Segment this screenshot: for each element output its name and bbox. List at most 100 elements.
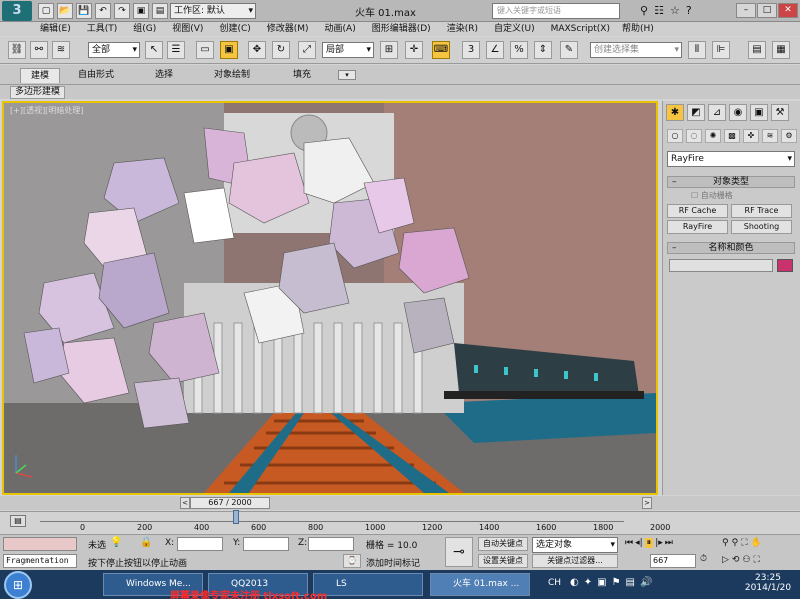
auto-grid-checkbox[interactable]: ☐ 自动栅格 [691,190,733,201]
tab-object-paint[interactable]: 对象绘制 [204,68,260,83]
pause-icon[interactable]: ⏸ [644,538,654,548]
fragmentation-field[interactable]: Fragmentation [3,554,77,568]
menu-item-7[interactable]: 图形编辑器(D) [372,23,431,35]
communication-icon[interactable]: ☷ [654,4,664,17]
move-icon[interactable]: ✥ [248,41,266,59]
menu-item-1[interactable]: 工具(T) [87,23,118,35]
next-key-icon[interactable]: |▸ [655,538,663,548]
maxscript-listener[interactable] [3,537,77,551]
key-icon[interactable]: ⊸ [445,537,473,567]
new-file-icon[interactable]: ▢ [38,3,54,19]
percent-snap-icon[interactable]: % [510,41,528,59]
go-to-start-icon[interactable]: ⏮ [625,538,633,548]
polygon-modeling-label[interactable]: 多边形建模 [10,86,66,99]
keyboard-shortcut-override-icon[interactable]: ⌨ [432,41,450,59]
tab-selection[interactable]: 选择 [145,68,183,83]
tray-icon-3[interactable]: ▣ [597,577,606,588]
tab-freeform[interactable]: 自由形式 [68,68,124,83]
rollout-name-color[interactable]: 名称和颜色 [667,242,795,254]
volume-icon[interactable]: 🔊 [640,577,652,588]
geometry-icon[interactable]: ○ [667,129,683,143]
rayfire-button[interactable]: RayFire [667,220,728,234]
selection-filter-dropdown[interactable]: 全部 [88,42,140,58]
create-panel-icon[interactable]: ✱ [666,104,684,121]
pivot-center-icon[interactable]: ⊞ [380,41,398,59]
rf-cache-button[interactable]: RF Cache [667,204,728,218]
pan-icon[interactable]: ✋ [751,538,762,548]
network-icon[interactable]: ▤ [626,577,635,588]
z-coord-field[interactable] [308,537,354,551]
save-file-icon[interactable]: 💾 [76,3,92,19]
auto-key-button[interactable]: 自动关键点 [478,537,528,551]
maximize-viewport-icon[interactable]: ⛶ [754,555,760,565]
menu-item-10[interactable]: MAXScript(X) [551,23,610,35]
add-time-tag-label[interactable]: 添加时间标记 [366,556,420,569]
current-frame-marker[interactable] [233,510,239,524]
viewport-label[interactable]: [+][透视][明暗处理] [10,105,83,116]
shooting-button[interactable]: Shooting [731,220,792,234]
workspace-dropdown[interactable]: 工作区: 默认 [170,3,256,19]
menu-item-3[interactable]: 视图(V) [172,23,203,35]
prev-key-icon[interactable]: ◂| [635,538,643,548]
mirror-icon[interactable]: ⫴ [688,41,706,59]
select-object-icon[interactable]: ↖ [145,41,163,59]
star-icon[interactable]: ☆ [670,4,680,17]
walkthrough-icon[interactable]: ⚇ [742,555,750,565]
language-indicator[interactable]: CH [548,578,561,588]
undo-icon[interactable]: ↶ [95,3,111,19]
menu-item-0[interactable]: 编辑(E) [40,23,71,35]
key-filters-button[interactable]: 关键点过滤器... [532,554,618,568]
tray-icon-4[interactable]: ⚑ [612,577,621,588]
next-frame-arrow-icon[interactable]: > [642,497,652,509]
time-config-icon[interactable]: ⏱ [700,554,707,564]
redo-icon[interactable]: ↷ [114,3,130,19]
category-dropdown[interactable]: RayFire [667,151,795,167]
open-file-icon[interactable]: 📂 [57,3,73,19]
key-mode-dropdown[interactable]: 选定对象 [532,537,618,553]
tab-modeling[interactable]: 建模 [20,68,61,83]
y-coord-field[interactable] [243,537,289,551]
rollout-object-type[interactable]: 对象类型 [667,176,795,188]
tray-icon-2[interactable]: ✦ [584,577,592,588]
systems-icon[interactable]: ⚙ [781,129,797,143]
spacewarps-icon[interactable]: ≋ [762,129,778,143]
edit-named-selection-icon[interactable]: ✎ [560,41,578,59]
link-icon[interactable]: ⛓ [8,41,26,59]
spinner-snap-icon[interactable]: ⇕ [534,41,552,59]
rf-trace-button[interactable]: RF Trace [731,204,792,218]
named-selection-dropdown[interactable]: 创建选择集 [590,42,682,58]
ribbon-options-icon[interactable]: ▾ [338,70,356,80]
search-input[interactable]: 键入关键字或短语 [492,3,620,19]
unlink-icon[interactable]: ⚯ [30,41,48,59]
cameras-icon[interactable]: ▩ [724,129,740,143]
x-coord-field[interactable] [177,537,223,551]
hierarchy-panel-icon[interactable]: ⊿ [708,104,726,121]
rect-selection-icon[interactable]: ▭ [196,41,214,59]
reference-coord-dropdown[interactable]: 局部 [322,42,374,58]
bind-spacewarp-icon[interactable]: ≋ [52,41,70,59]
prev-frame-arrow-icon[interactable]: < [180,497,190,509]
current-frame-field[interactable]: 667 [650,554,696,568]
shapes-icon[interactable]: ◌ [686,129,702,143]
select-manipulate-icon[interactable]: ✛ [405,41,423,59]
fetch-icon[interactable]: ▤ [152,3,168,19]
lights-icon[interactable]: ✺ [705,129,721,143]
curve-editor-icon[interactable]: ▤ [10,515,26,527]
lock-selection-icon[interactable]: 🔒 [140,537,152,548]
object-color-swatch[interactable] [777,259,793,272]
utilities-panel-icon[interactable]: ⚒ [771,104,789,121]
helpers-icon[interactable]: ✜ [743,129,759,143]
binoculars-icon[interactable]: ⚲ [640,4,648,17]
go-to-end-icon[interactable]: ⏭ [665,538,673,548]
task-3dsmax[interactable]: 火车 01.max ... [430,573,530,596]
trackbar-ruler[interactable] [40,510,624,524]
zoom-extents-icon[interactable]: ⛶ [741,538,747,548]
menu-item-5[interactable]: 修改器(M) [267,23,309,35]
taskbar-clock[interactable]: 23:25 2014/1/20 [738,573,798,593]
menu-item-4[interactable]: 创建(C) [219,23,250,35]
minimize-button[interactable]: – [736,3,756,18]
modify-panel-icon[interactable]: ◩ [687,104,705,121]
menu-item-8[interactable]: 渲染(R) [447,23,478,35]
tray-icon-1[interactable]: ◐ [570,577,579,588]
menu-item-11[interactable]: 帮助(H) [622,23,654,35]
